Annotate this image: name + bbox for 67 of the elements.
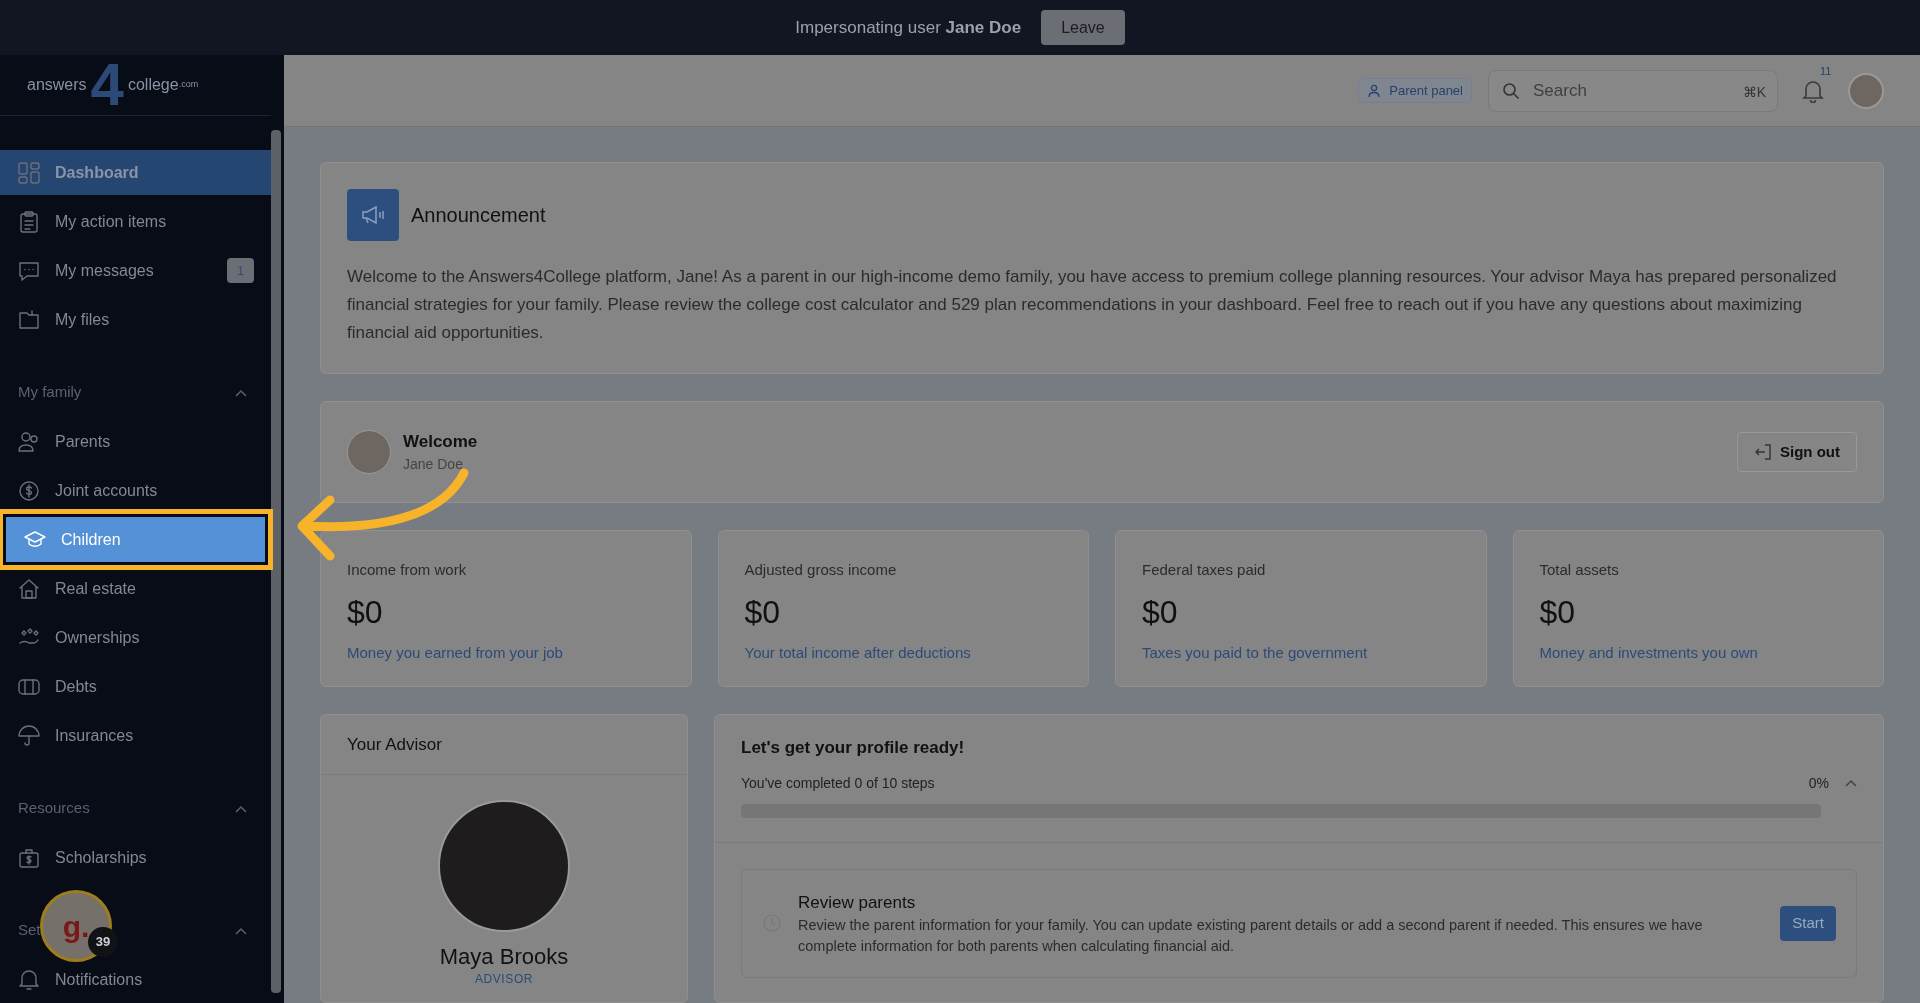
chevron-icon[interactable] <box>235 926 247 935</box>
people-icon <box>17 429 41 454</box>
stat-label: Income from work <box>347 560 468 580</box>
sidebar-item[interactable]: Real estate <box>0 566 271 611</box>
advisor-title: Your Advisor <box>321 715 687 775</box>
announcement-text: Welcome to the Answers4College platform, Jane! As a parent in our high-income demo family, you have access to premium college planning resources. Your advisor Maya has prepared personalized financial strategies for your family. Please review the college cost calculator and 529 plan recommendations in your dashboard. Feel free to reach out if you have any questions about maximizing financial aid opportunities. <box>347 266 1838 344</box>
user-avatar <box>347 430 391 474</box>
stat-value: $0 <box>1539 592 1577 632</box>
sidebar-item[interactable]: Parents <box>0 419 271 464</box>
advisor-name: Maya Brooks <box>439 943 569 971</box>
step-title: Review parents <box>798 891 917 914</box>
scrollbar[interactable] <box>271 130 281 993</box>
umbrella-icon <box>17 723 41 748</box>
chevron-icon[interactable] <box>1845 779 1857 787</box>
welcome-title: Welcome <box>403 430 479 453</box>
stat-value: $0 <box>744 592 782 632</box>
chevron-icon[interactable] <box>235 804 247 813</box>
sidebar-item[interactable]: Insurances <box>0 713 271 758</box>
leave-button[interactable]: Leave <box>1041 10 1125 45</box>
bell-icon[interactable] <box>1802 78 1824 103</box>
user-name: Jane Doe <box>403 455 464 475</box>
profile-title: Let's get your profile ready! <box>741 737 966 759</box>
bell-icon <box>17 967 41 992</box>
parent-panel-button[interactable]: Parent panel <box>1358 78 1472 103</box>
stat-description: Your total income after deductions <box>744 642 972 663</box>
sidebar-item[interactable]: Ownerships <box>0 615 271 660</box>
user-avatar[interactable] <box>1848 72 1884 109</box>
announcement-title: Announcement <box>411 203 546 228</box>
megaphone-icon <box>347 189 399 241</box>
advisor-role: ADVISOR <box>474 972 534 986</box>
stat-description: Money and investments you own <box>1539 642 1759 663</box>
sign-out-icon <box>1754 443 1772 461</box>
person-icon <box>1367 83 1382 98</box>
sidebar-item[interactable]: My action items <box>0 199 271 244</box>
sidebar-item[interactable]: My files <box>0 297 271 342</box>
sign-out-button[interactable]: Sign out <box>1737 432 1857 472</box>
stat-label: Federal taxes paid <box>1142 560 1267 580</box>
notification-count: 11 <box>1820 63 1832 79</box>
folder-icon <box>17 307 41 332</box>
house-icon <box>17 576 41 601</box>
start-button[interactable]: Start <box>1780 905 1836 941</box>
search-icon <box>1502 81 1520 100</box>
sidebar-item[interactable]: Dashboard <box>0 150 271 195</box>
progress-text: You've completed 0 of 10 steps <box>741 773 936 793</box>
sidebar-item[interactable]: Scholarships <box>0 835 271 880</box>
clipboard-icon <box>17 209 41 234</box>
section-heading: My family <box>18 382 82 403</box>
section-heading: Set <box>18 920 41 941</box>
section-heading: Resources <box>18 798 90 819</box>
dashboard-icon <box>17 160 41 185</box>
stat-description: Taxes you paid to the government <box>1142 642 1369 663</box>
stat-value: $0 <box>1142 592 1179 632</box>
sidebar-item[interactable]: Joint accounts <box>0 468 271 513</box>
stat-value: $0 <box>347 592 384 632</box>
coin-icon <box>17 478 41 503</box>
stat-label: Adjusted gross income <box>744 560 898 580</box>
step-description: Review the parent information for your family. You can update existing parent details or add a second parent if needed. This ensures we have complete information for both parents when calculating financial aid. <box>798 916 1704 956</box>
sidebar-item[interactable]: My messages 1 <box>0 248 271 293</box>
progress-percent: 0% <box>1808 773 1829 793</box>
shortcut-hint: ⌘K <box>1742 82 1766 102</box>
stat-label: Total assets <box>1539 560 1620 580</box>
chevron-icon[interactable] <box>235 388 247 397</box>
sidebar-item[interactable]: Debts <box>0 664 271 709</box>
count-badge: 1 <box>227 258 254 283</box>
impersonation-text: Impersonating user Jane Doe <box>795 16 1022 39</box>
stat-description: Money you earned from your job <box>347 642 564 663</box>
count-badge: 39 <box>88 927 118 957</box>
